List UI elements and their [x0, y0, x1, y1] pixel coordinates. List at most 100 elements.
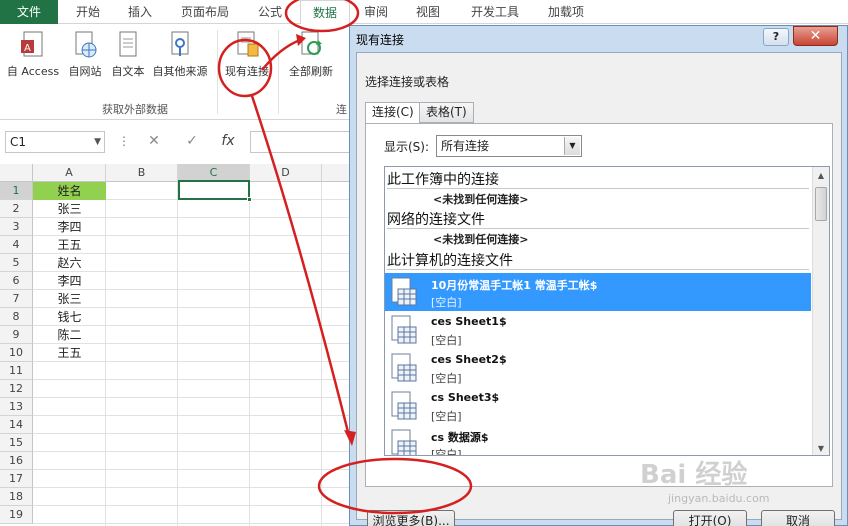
tab-home[interactable]: 开始: [68, 0, 108, 24]
row-header-11[interactable]: 11: [0, 362, 33, 380]
name-box[interactable]: C1 ▼: [5, 131, 105, 153]
row-header-8[interactable]: 8: [0, 308, 33, 326]
help-button[interactable]: ?: [763, 28, 789, 46]
column-header-b[interactable]: B: [106, 164, 178, 182]
gridline: [33, 379, 350, 380]
row-header-13[interactable]: 13: [0, 398, 33, 416]
gridline: [33, 505, 350, 506]
scroll-up-icon[interactable]: ▲: [813, 167, 829, 184]
cell-a7[interactable]: 张三: [33, 290, 106, 308]
cell-a4[interactable]: 王五: [33, 236, 106, 254]
web-icon: [72, 30, 98, 60]
section-workbook: 此工作簿中的连接: [387, 172, 499, 188]
tab-insert[interactable]: 插入: [120, 0, 160, 24]
connection-item[interactable]: ces Sheet1$ [空白]: [385, 311, 811, 349]
gridline: [33, 487, 350, 488]
from-text-label: 自文本: [111, 65, 145, 78]
cell-a5[interactable]: 赵六: [33, 254, 106, 272]
column-header-a[interactable]: A: [33, 164, 106, 182]
connection-item[interactable]: cs 数据源$ [空白]: [385, 425, 811, 455]
connection-name: ces Sheet2$: [431, 353, 507, 366]
cell-a2[interactable]: 张三: [33, 200, 106, 218]
connection-item[interactable]: ces Sheet2$ [空白]: [385, 349, 811, 387]
section-computer: 此计算机的连接文件: [387, 253, 513, 269]
tab-addins[interactable]: 加载项: [540, 0, 592, 24]
connection-item[interactable]: cs Sheet3$ [空白]: [385, 387, 811, 425]
tab-formulas[interactable]: 公式: [250, 0, 290, 24]
section-divider: [387, 269, 809, 270]
connection-file-icon: [389, 429, 417, 455]
connections-panel: 显示(S): 所有连接 ▼ 此工作簿中的连接 <未找到任何连接> 网络的连接文件 …: [365, 123, 833, 487]
excel-window: { "ribbon_tabs": ["文件","开始","插入","页面布局",…: [0, 0, 848, 526]
cancel-button[interactable]: 取消: [761, 510, 835, 526]
from-web-button[interactable]: 自网站: [64, 30, 106, 79]
show-select[interactable]: 所有连接 ▼: [436, 135, 582, 157]
chevron-down-icon[interactable]: ▼: [564, 137, 580, 155]
insert-function-icon[interactable]: fx: [214, 129, 242, 153]
row-header-12[interactable]: 12: [0, 380, 33, 398]
connections-list[interactable]: 此工作簿中的连接 <未找到任何连接> 网络的连接文件 <未找到任何连接> 此计算…: [384, 166, 830, 456]
scroll-down-icon[interactable]: ▼: [813, 440, 829, 455]
show-label: 显示(S):: [384, 140, 430, 154]
row-header-19[interactable]: 19: [0, 506, 33, 524]
row-header-10[interactable]: 10: [0, 344, 33, 362]
open-button[interactable]: 打开(O): [673, 510, 747, 526]
row-header-17[interactable]: 17: [0, 470, 33, 488]
row-header-6[interactable]: 6: [0, 272, 33, 290]
row-header-15[interactable]: 15: [0, 434, 33, 452]
column-header-d[interactable]: D: [250, 164, 322, 182]
tab-review[interactable]: 审阅: [356, 0, 396, 24]
tab-page-layout[interactable]: 页面布局: [172, 0, 238, 24]
more-options-icon[interactable]: ⋮: [118, 134, 130, 148]
row-header-16[interactable]: 16: [0, 452, 33, 470]
svg-text:A: A: [24, 43, 31, 54]
refresh-all-button[interactable]: 全部刷新: [284, 30, 338, 79]
close-button[interactable]: ✕: [793, 26, 838, 46]
tab-data[interactable]: 数据: [300, 0, 350, 25]
row-header-9[interactable]: 9: [0, 326, 33, 344]
column-header-e[interactable]: [322, 164, 350, 182]
scroll-thumb[interactable]: [815, 187, 827, 221]
tab-file[interactable]: 文件: [0, 0, 58, 24]
chevron-down-icon[interactable]: ▼: [94, 132, 101, 152]
tab-developer[interactable]: 开发工具: [462, 0, 528, 24]
from-other-sources-button[interactable]: 自其他来源: [148, 30, 212, 79]
gridline: [33, 433, 350, 434]
from-access-label: 自 Access: [6, 65, 60, 78]
other-sources-icon: [167, 30, 193, 60]
cell-a1[interactable]: 姓名: [33, 182, 106, 200]
row-header-2[interactable]: 2: [0, 200, 33, 218]
tab-tables[interactable]: 表格(T): [419, 102, 474, 123]
connection-item[interactable]: 10月份常温手工帐1 常温手工帐$ [空白]: [385, 273, 811, 311]
cell-a6[interactable]: 李四: [33, 272, 106, 290]
group-separator: [278, 30, 279, 114]
existing-connections-button[interactable]: 现有连接: [222, 30, 272, 79]
connection-name: 10月份常温手工帐1 常温手工帐$: [431, 279, 598, 292]
row-header-7[interactable]: 7: [0, 290, 33, 308]
row-header-3[interactable]: 3: [0, 218, 33, 236]
tab-view[interactable]: 视图: [408, 0, 448, 24]
fill-handle[interactable]: [247, 197, 252, 202]
cell-a9[interactable]: 陈二: [33, 326, 106, 344]
row-header-1[interactable]: 1: [0, 182, 33, 200]
row-header-4[interactable]: 4: [0, 236, 33, 254]
connection-file-icon: [389, 353, 417, 385]
from-text-button[interactable]: 自文本: [108, 30, 148, 79]
tab-connections[interactable]: 连接(C): [365, 102, 421, 124]
cell-a8[interactable]: 钱七: [33, 308, 106, 326]
row-header-14[interactable]: 14: [0, 416, 33, 434]
active-cell-c1[interactable]: [178, 180, 252, 202]
connection-status: [空白]: [431, 410, 462, 423]
cell-a10[interactable]: 王五: [33, 344, 106, 362]
from-access-button[interactable]: A 自 Access: [4, 30, 62, 79]
connection-name: ces Sheet1$: [431, 315, 507, 328]
cancel-icon[interactable]: ✕: [140, 129, 168, 153]
browse-more-button[interactable]: 浏览更多(B)...: [367, 510, 455, 526]
list-scrollbar[interactable]: ▲ ▼: [812, 167, 829, 455]
select-all-corner[interactable]: [0, 164, 33, 182]
row-header-18[interactable]: 18: [0, 488, 33, 506]
existing-connections-dialog: 现有连接 ? ✕ 选择连接或表格 连接(C) 表格(T) 显示(S): 所有连接…: [349, 25, 848, 526]
cell-a3[interactable]: 李四: [33, 218, 106, 236]
row-header-5[interactable]: 5: [0, 254, 33, 272]
enter-icon[interactable]: ✓: [178, 129, 206, 153]
